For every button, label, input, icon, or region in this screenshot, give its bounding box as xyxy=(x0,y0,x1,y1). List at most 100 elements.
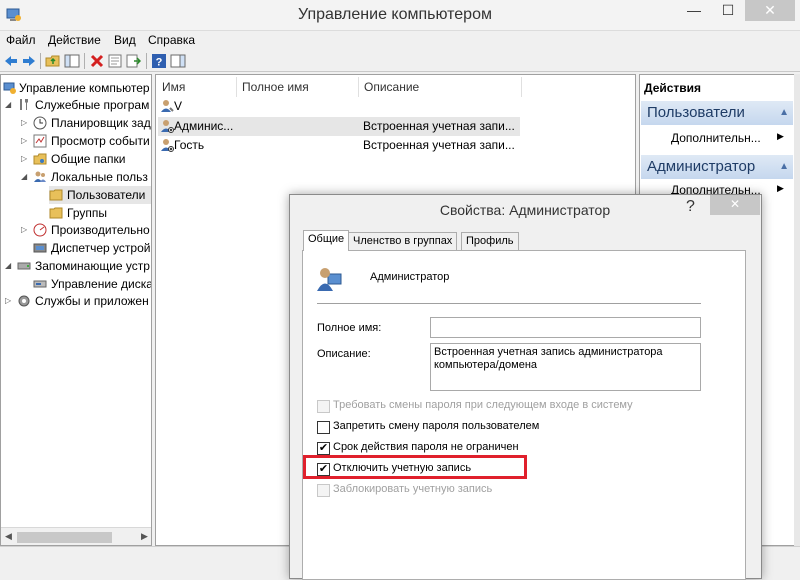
show-hide-action-pane-icon[interactable] xyxy=(170,53,186,69)
tree-item-label: Производительно xyxy=(51,223,150,237)
user-name-cell: V xyxy=(174,99,183,113)
scroll-left-icon[interactable]: ◀ xyxy=(5,531,12,542)
expand-arrow-icon[interactable]: ▷ xyxy=(21,132,27,150)
tree-item-label: Планировщик зад xyxy=(51,116,151,130)
toolbar-separator xyxy=(146,53,147,69)
computer-management-icon xyxy=(3,82,16,94)
actions-section-users[interactable]: Пользователи ▲ xyxy=(641,101,793,125)
maximize-button[interactable]: ☐ xyxy=(711,0,745,21)
vertical-scrollbar[interactable] xyxy=(794,74,800,546)
table-row[interactable]: V xyxy=(158,97,520,116)
column-header-fullname[interactable]: Полное имя xyxy=(242,80,309,94)
checkbox-label: Требовать смены пароля при следующем вхо… xyxy=(333,399,633,411)
clock-icon xyxy=(33,116,47,130)
checkbox-box[interactable] xyxy=(317,484,330,497)
tree-item-label: Группы xyxy=(67,206,107,220)
column-divider[interactable] xyxy=(236,77,237,97)
expand-arrow-icon[interactable]: ▷ xyxy=(21,114,27,132)
tree-item-label: Службы и приложен xyxy=(35,294,149,308)
submenu-arrow-icon: ▶ xyxy=(777,131,784,141)
properties-icon[interactable] xyxy=(107,53,123,69)
tree-horizontal-scrollbar[interactable]: ◀ ▶ xyxy=(1,527,151,545)
toolbar: ? xyxy=(0,50,800,72)
fullname-field[interactable] xyxy=(430,317,701,338)
delete-icon[interactable] xyxy=(89,53,105,69)
tree-item-label: Управление компьютер xyxy=(19,81,150,95)
close-button[interactable]: ✕ xyxy=(745,0,795,21)
checkbox-box[interactable] xyxy=(317,421,330,434)
checkbox-label: Срок действия пароля не ограничен xyxy=(333,441,519,453)
collapse-triangle-icon[interactable]: ▲ xyxy=(779,101,789,125)
tools-icon xyxy=(20,99,28,110)
title-bar: Управление компьютером — ☐ ✕ xyxy=(0,0,800,31)
navigation-tree: Управление компьютер ◢ Служебные програм… xyxy=(0,74,152,546)
tree-item-label: Общие папки xyxy=(51,152,126,166)
tab-member-of[interactable]: Членство в группах xyxy=(348,232,458,250)
collapse-arrow-icon[interactable]: ◢ xyxy=(5,257,11,275)
column-header-description[interactable]: Описание xyxy=(364,80,419,94)
tree-item-users[interactable]: Пользователи xyxy=(49,186,151,204)
services-icon xyxy=(18,295,30,307)
tree-item-label: Диспетчер устрой xyxy=(51,241,151,255)
toolbar-separator xyxy=(84,53,85,69)
table-row[interactable]: Админис... Встроенная учетная запи... xyxy=(158,117,520,136)
scroll-right-icon[interactable]: ▶ xyxy=(141,531,148,542)
expand-arrow-icon[interactable]: ▷ xyxy=(21,221,27,239)
show-hide-tree-icon[interactable] xyxy=(64,53,80,69)
checkbox-box[interactable] xyxy=(317,400,330,413)
user-description-cell: Встроенная учетная запи... xyxy=(363,119,515,133)
performance-icon xyxy=(33,223,47,237)
tab-general[interactable]: Общие xyxy=(303,230,350,251)
column-divider[interactable] xyxy=(358,77,359,97)
tree-item-label: Просмотр событи xyxy=(51,134,150,148)
folder-icon xyxy=(49,189,63,201)
expand-arrow-icon[interactable]: ▷ xyxy=(5,292,11,310)
checkbox-label: Запретить смену пароля пользователем xyxy=(333,420,540,432)
back-arrow-icon[interactable] xyxy=(3,53,19,69)
help-icon[interactable]: ? xyxy=(151,53,167,69)
tab-profile[interactable]: Профиль xyxy=(461,232,519,250)
menu-action[interactable]: Действие xyxy=(48,33,101,47)
menu-file[interactable]: Файл xyxy=(6,33,36,47)
highlight-rectangle xyxy=(303,455,527,479)
event-viewer-icon xyxy=(33,134,47,148)
users-icon xyxy=(34,171,46,182)
up-folder-icon[interactable] xyxy=(45,53,61,69)
collapse-arrow-icon[interactable]: ◢ xyxy=(5,96,11,114)
description-field[interactable]: Встроенная учетная запись администратора… xyxy=(430,343,701,391)
export-list-icon[interactable] xyxy=(125,53,141,69)
tree-item-label: Служебные програм xyxy=(35,98,150,112)
expand-arrow-icon[interactable]: ▷ xyxy=(21,150,27,168)
storage-icon xyxy=(17,262,31,270)
more-actions-users[interactable]: Дополнительн... xyxy=(671,131,781,145)
actions-title: Действия xyxy=(644,81,702,95)
toolbar-separator xyxy=(40,53,41,69)
column-divider[interactable] xyxy=(521,77,522,97)
disk-icon xyxy=(33,280,47,288)
properties-dialog: Свойства: Администратор ? ✕ Общие Членст… xyxy=(289,194,762,580)
device-manager-icon xyxy=(33,243,47,253)
user-name-cell: Гость xyxy=(174,138,205,152)
menu-view[interactable]: Вид xyxy=(114,33,136,47)
dialog-help-button[interactable]: ? xyxy=(686,198,695,216)
scrollbar-thumb[interactable] xyxy=(17,532,112,543)
collapse-triangle-icon[interactable]: ▲ xyxy=(779,155,789,179)
description-label: Описание: xyxy=(317,348,371,360)
user-icon xyxy=(317,268,342,291)
column-header-name[interactable]: Имя xyxy=(162,80,185,94)
checkbox-label: Заблокировать учетную запись xyxy=(333,483,493,495)
tree-item-label: Управление диска xyxy=(51,277,152,291)
user-description-cell: Встроенная учетная запи... xyxy=(363,138,515,152)
table-row[interactable]: Гость Встроенная учетная запи... xyxy=(158,136,520,155)
minimize-button[interactable]: — xyxy=(677,0,711,21)
dialog-close-button[interactable]: ✕ xyxy=(710,195,760,215)
account-name: Администратор xyxy=(370,271,450,283)
checkbox-box[interactable]: ✔ xyxy=(317,442,330,455)
user-icon xyxy=(161,139,174,152)
actions-section-administrator[interactable]: Администратор ▲ xyxy=(641,155,793,179)
tab-panel-general: Администратор Полное имя: Описание: Встр… xyxy=(302,250,746,580)
menu-help[interactable]: Справка xyxy=(148,33,195,47)
user-name-cell: Админис... xyxy=(174,119,234,133)
forward-arrow-icon[interactable] xyxy=(21,53,37,69)
collapse-arrow-icon[interactable]: ◢ xyxy=(21,168,27,186)
